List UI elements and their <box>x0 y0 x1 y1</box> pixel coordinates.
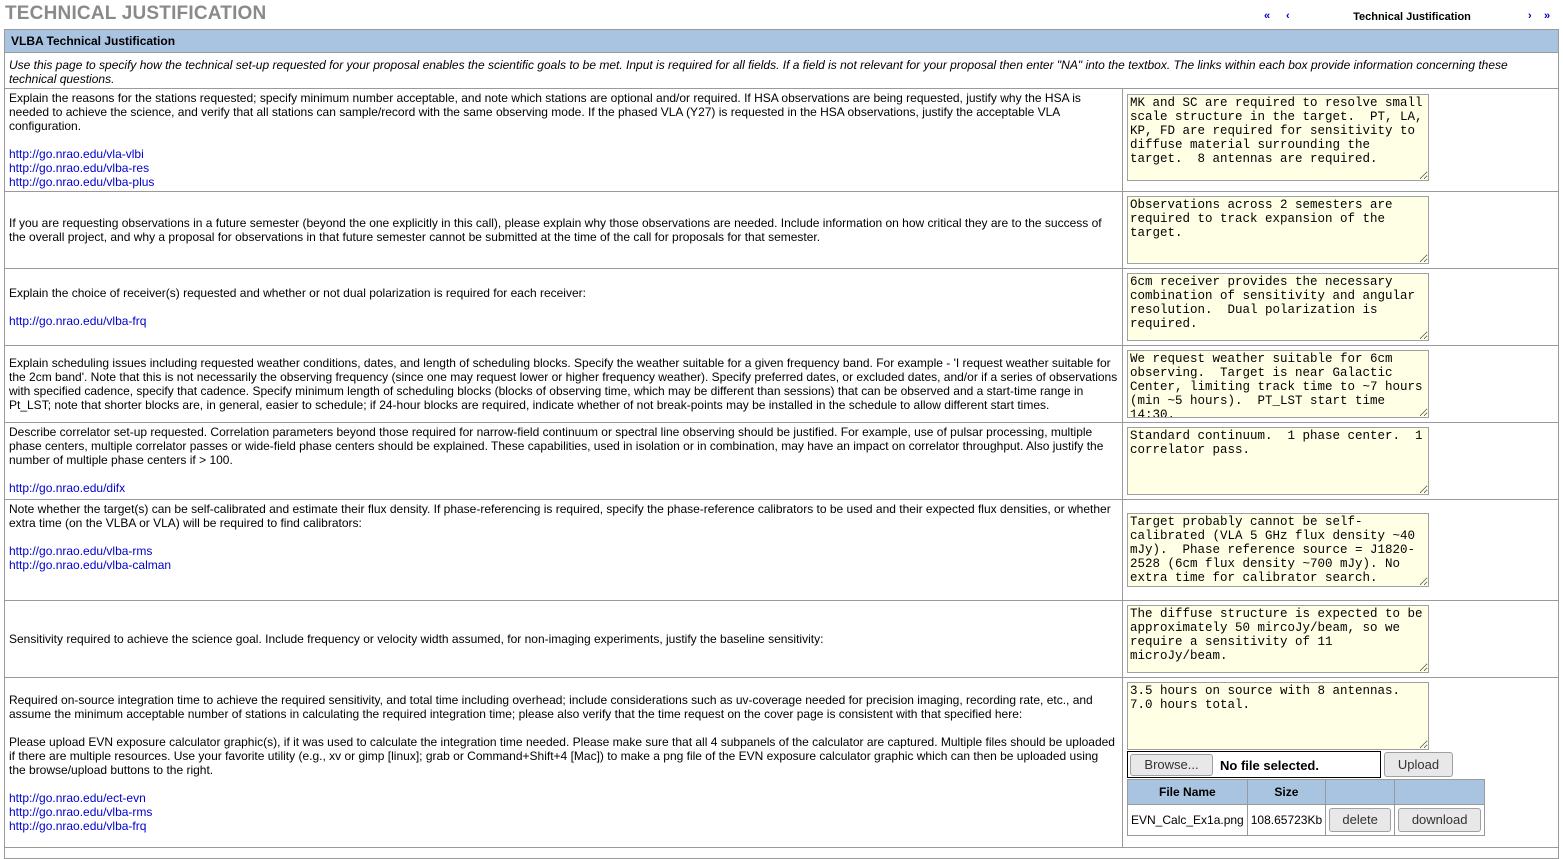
question-row-receivers: Explain the choice of receiver(s) reques… <box>5 269 1558 346</box>
upload-instructions: Please upload EVN exposure calculator gr… <box>9 734 1115 777</box>
question-text: Explain the reasons for the stations req… <box>9 91 1081 133</box>
justification-form: VLBA Technical Justification Use this pa… <box>4 29 1559 859</box>
last-page-link[interactable]: » <box>1544 10 1550 22</box>
question-row-correlator: Describe correlator set-up requested. Co… <box>5 423 1558 500</box>
question-row-calibration: Note whether the target(s) can be self-c… <box>5 500 1558 601</box>
question-link[interactable]: http://go.nrao.edu/difx <box>9 481 1118 495</box>
file-status: No file selected. <box>1220 758 1319 773</box>
uploaded-files-table: File Name Size EVN_Calc_Ex1a.png 108.657… <box>1127 779 1486 836</box>
file-input[interactable]: Browse... No file selected. <box>1127 751 1381 778</box>
page-navigation: « ‹ Technical Justification › » <box>1260 10 1560 26</box>
question-link[interactable]: http://go.nrao.edu/vlba-frq <box>9 819 1118 833</box>
next-page-link[interactable]: › <box>1528 10 1532 22</box>
question-text: Explain the choice of receiver(s) reques… <box>9 286 586 300</box>
question-text: Note whether the target(s) can be self-c… <box>9 502 1111 530</box>
question-link[interactable]: http://go.nrao.edu/vlba-rms <box>9 805 1118 819</box>
answer-textarea[interactable]: We request weather suitable for 6cm obse… <box>1127 350 1429 418</box>
section-intro: Use this page to specify how the technic… <box>5 53 1558 89</box>
question-row-scheduling: Explain scheduling issues including requ… <box>5 346 1558 423</box>
answer-textarea[interactable]: The diffuse structure is expected to be … <box>1127 605 1429 673</box>
table-row: EVN_Calc_Ex1a.png 108.65723Kb delete dow… <box>1127 804 1486 836</box>
question-row-sensitivity: Sensitivity required to achieve the scie… <box>5 601 1558 678</box>
question-link[interactable]: http://go.nrao.edu/vlba-calman <box>9 558 1118 572</box>
section-header: VLBA Technical Justification <box>5 30 1558 53</box>
answer-textarea[interactable]: 6cm receiver provides the necessary comb… <box>1127 273 1429 341</box>
question-text: Required on-source integration time to a… <box>9 692 1093 721</box>
browse-button[interactable]: Browse... <box>1130 754 1213 776</box>
page-title: TECHNICAL JUSTIFICATION <box>5 3 267 24</box>
current-page-label: Technical Justification <box>1353 11 1471 23</box>
question-row-future-semester: If you are requesting observations in a … <box>5 192 1558 269</box>
question-link[interactable]: http://go.nrao.edu/vlba-plus <box>9 175 1118 189</box>
question-text: If you are requesting observations in a … <box>9 216 1102 244</box>
question-row-integration-time: Required on-source integration time to a… <box>5 678 1558 848</box>
question-link[interactable]: http://go.nrao.edu/vla-vlbi <box>9 147 1118 161</box>
upload-button[interactable]: Upload <box>1384 752 1453 777</box>
answer-textarea[interactable]: Observations across 2 semesters are requ… <box>1127 196 1429 264</box>
question-text: Sensitivity required to achieve the scie… <box>9 632 824 646</box>
question-row-stations: Explain the reasons for the stations req… <box>5 89 1558 192</box>
answer-textarea[interactable]: MK and SC are required to resolve small … <box>1127 94 1429 181</box>
answer-textarea[interactable]: 3.5 hours on source with 8 antennas. 7.0… <box>1127 682 1429 750</box>
first-page-link[interactable]: « <box>1264 10 1270 22</box>
question-link[interactable]: http://go.nrao.edu/vlba-rms <box>9 544 1118 558</box>
question-link[interactable]: http://go.nrao.edu/vlba-frq <box>9 314 1118 328</box>
delete-button[interactable]: delete <box>1329 808 1392 832</box>
column-header-file-name: File Name <box>1127 779 1248 805</box>
question-link[interactable]: http://go.nrao.edu/ect-evn <box>9 791 1118 805</box>
column-header-size: Size <box>1246 779 1327 805</box>
previous-page-link[interactable]: ‹ <box>1286 10 1290 22</box>
column-header-delete <box>1325 779 1396 805</box>
answer-textarea[interactable]: Standard continuum. 1 phase center. 1 co… <box>1127 427 1429 495</box>
column-header-download <box>1394 779 1486 805</box>
answer-textarea[interactable]: Target probably cannot be self-calibrate… <box>1127 513 1429 587</box>
file-size-cell: 108.65723Kb <box>1246 804 1327 836</box>
question-text: Explain scheduling issues including requ… <box>9 356 1118 412</box>
file-name-cell: EVN_Calc_Ex1a.png <box>1127 804 1248 836</box>
download-button[interactable]: download <box>1398 808 1482 832</box>
question-link[interactable]: http://go.nrao.edu/vlba-res <box>9 161 1118 175</box>
question-text: Describe correlator set-up requested. Co… <box>9 425 1104 467</box>
